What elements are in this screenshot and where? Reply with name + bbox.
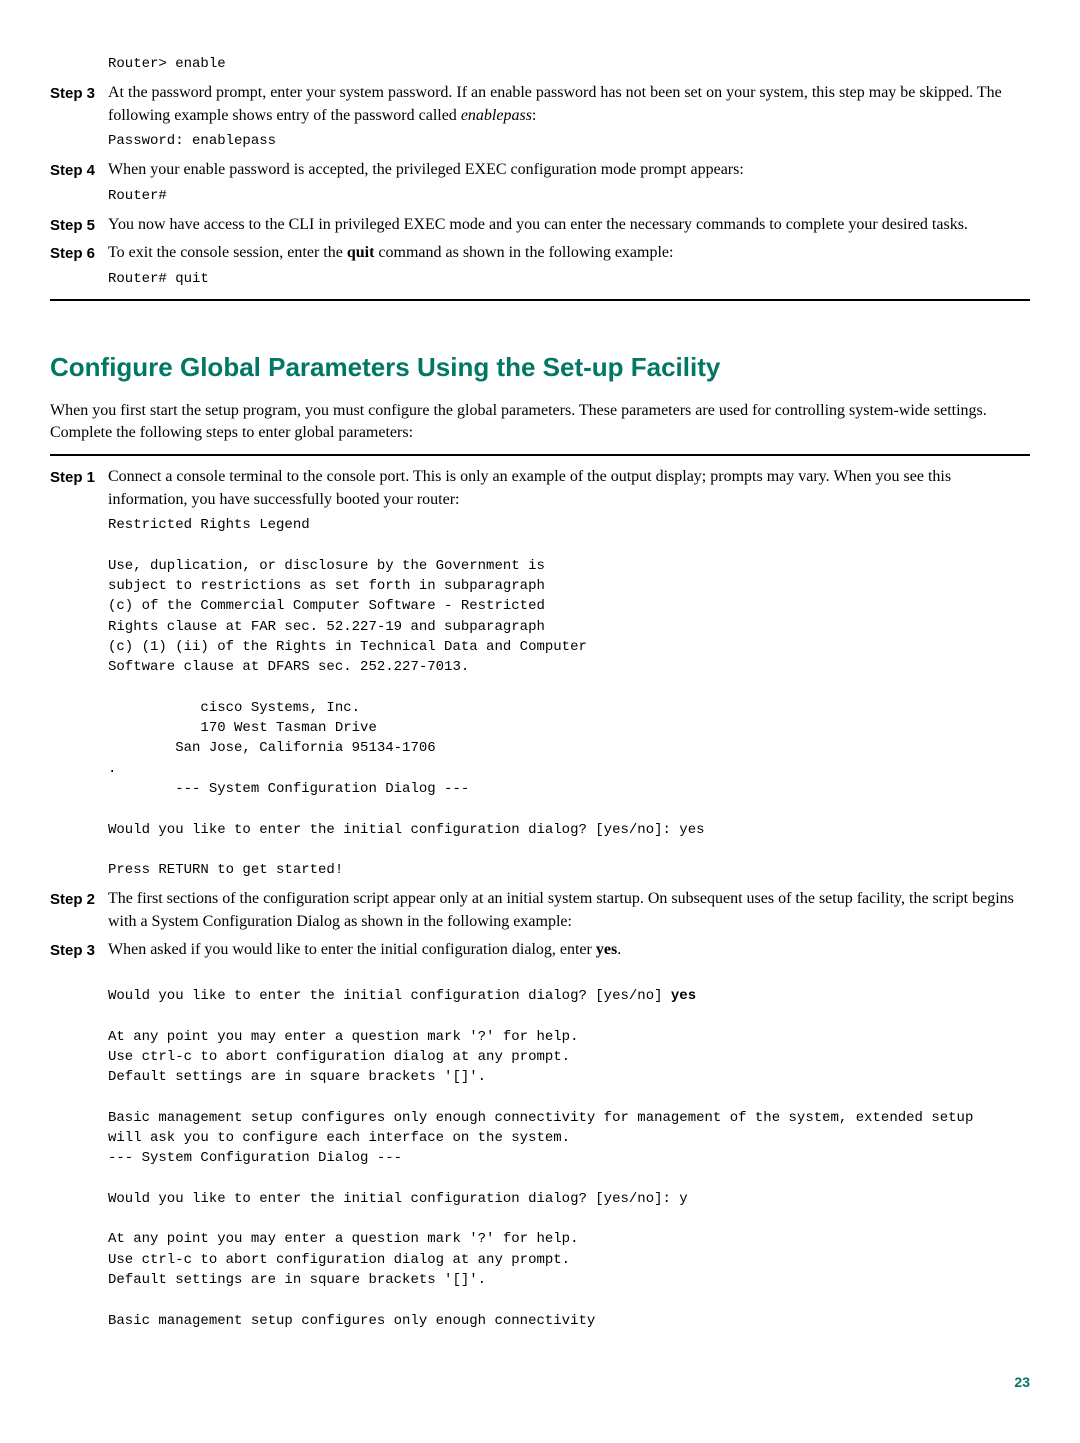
code-block: Would you like to enter the initial conf…	[108, 966, 1030, 1331]
step-text: To exit the console session, enter the q…	[108, 242, 1030, 264]
step-row-5: Step 5 You now have access to the CLI in…	[50, 214, 1030, 236]
step-content-pre: Router> enable	[108, 50, 1030, 76]
step-label-empty	[50, 50, 108, 76]
step-row-b3: Step 3 When asked if you would like to e…	[50, 939, 1030, 1333]
bold-text: quit	[347, 244, 375, 261]
code-block: Password: enablepass	[108, 131, 1030, 151]
step-content: Connect a console terminal to the consol…	[108, 466, 1030, 882]
step-label: Step 3	[50, 939, 108, 1333]
step-text: When asked if you would like to enter th…	[108, 939, 1030, 961]
step-content: At the password prompt, enter your syste…	[108, 82, 1030, 153]
page-number: 23	[50, 1373, 1030, 1393]
italic-text: enablepass	[461, 107, 532, 124]
step-content: When asked if you would like to enter th…	[108, 939, 1030, 1333]
step-content: To exit the console session, enter the q…	[108, 242, 1030, 291]
step-row-b2: Step 2 The first sections of the configu…	[50, 888, 1030, 933]
step-text: Connect a console terminal to the consol…	[108, 466, 1030, 511]
step-row-6: Step 6 To exit the console session, ente…	[50, 242, 1030, 291]
code-block: Router# quit	[108, 269, 1030, 289]
section-divider	[50, 299, 1030, 301]
step-content: The first sections of the configuration …	[108, 888, 1030, 933]
step-row-4: Step 4 When your enable password is acce…	[50, 159, 1030, 208]
step-text: When your enable password is accepted, t…	[108, 159, 1030, 181]
step-content: You now have access to the CLI in privil…	[108, 214, 1030, 236]
code-block: Router> enable	[108, 54, 1030, 74]
code-block: Restricted Rights Legend Use, duplicatio…	[108, 515, 1030, 880]
step-text: You now have access to the CLI in privil…	[108, 214, 1030, 236]
step-label: Step 6	[50, 242, 108, 291]
bold-text: yes	[596, 941, 617, 958]
step-label: Step 5	[50, 214, 108, 236]
step-row-3: Step 3 At the password prompt, enter you…	[50, 82, 1030, 153]
intro-paragraph: When you first start the setup program, …	[50, 400, 1030, 445]
step-label: Step 4	[50, 159, 108, 208]
step-text: The first sections of the configuration …	[108, 888, 1030, 933]
code-bold: yes	[671, 988, 696, 1004]
step-label: Step 1	[50, 466, 108, 882]
step-row-pre: Router> enable	[50, 50, 1030, 76]
step-text: At the password prompt, enter your syste…	[108, 82, 1030, 127]
code-block: Router#	[108, 186, 1030, 206]
step-label: Step 3	[50, 82, 108, 153]
step-row-b1: Step 1 Connect a console terminal to the…	[50, 466, 1030, 882]
step-label: Step 2	[50, 888, 108, 933]
section-divider	[50, 454, 1030, 456]
section-heading: Configure Global Parameters Using the Se…	[50, 349, 1030, 385]
step-content: When your enable password is accepted, t…	[108, 159, 1030, 208]
